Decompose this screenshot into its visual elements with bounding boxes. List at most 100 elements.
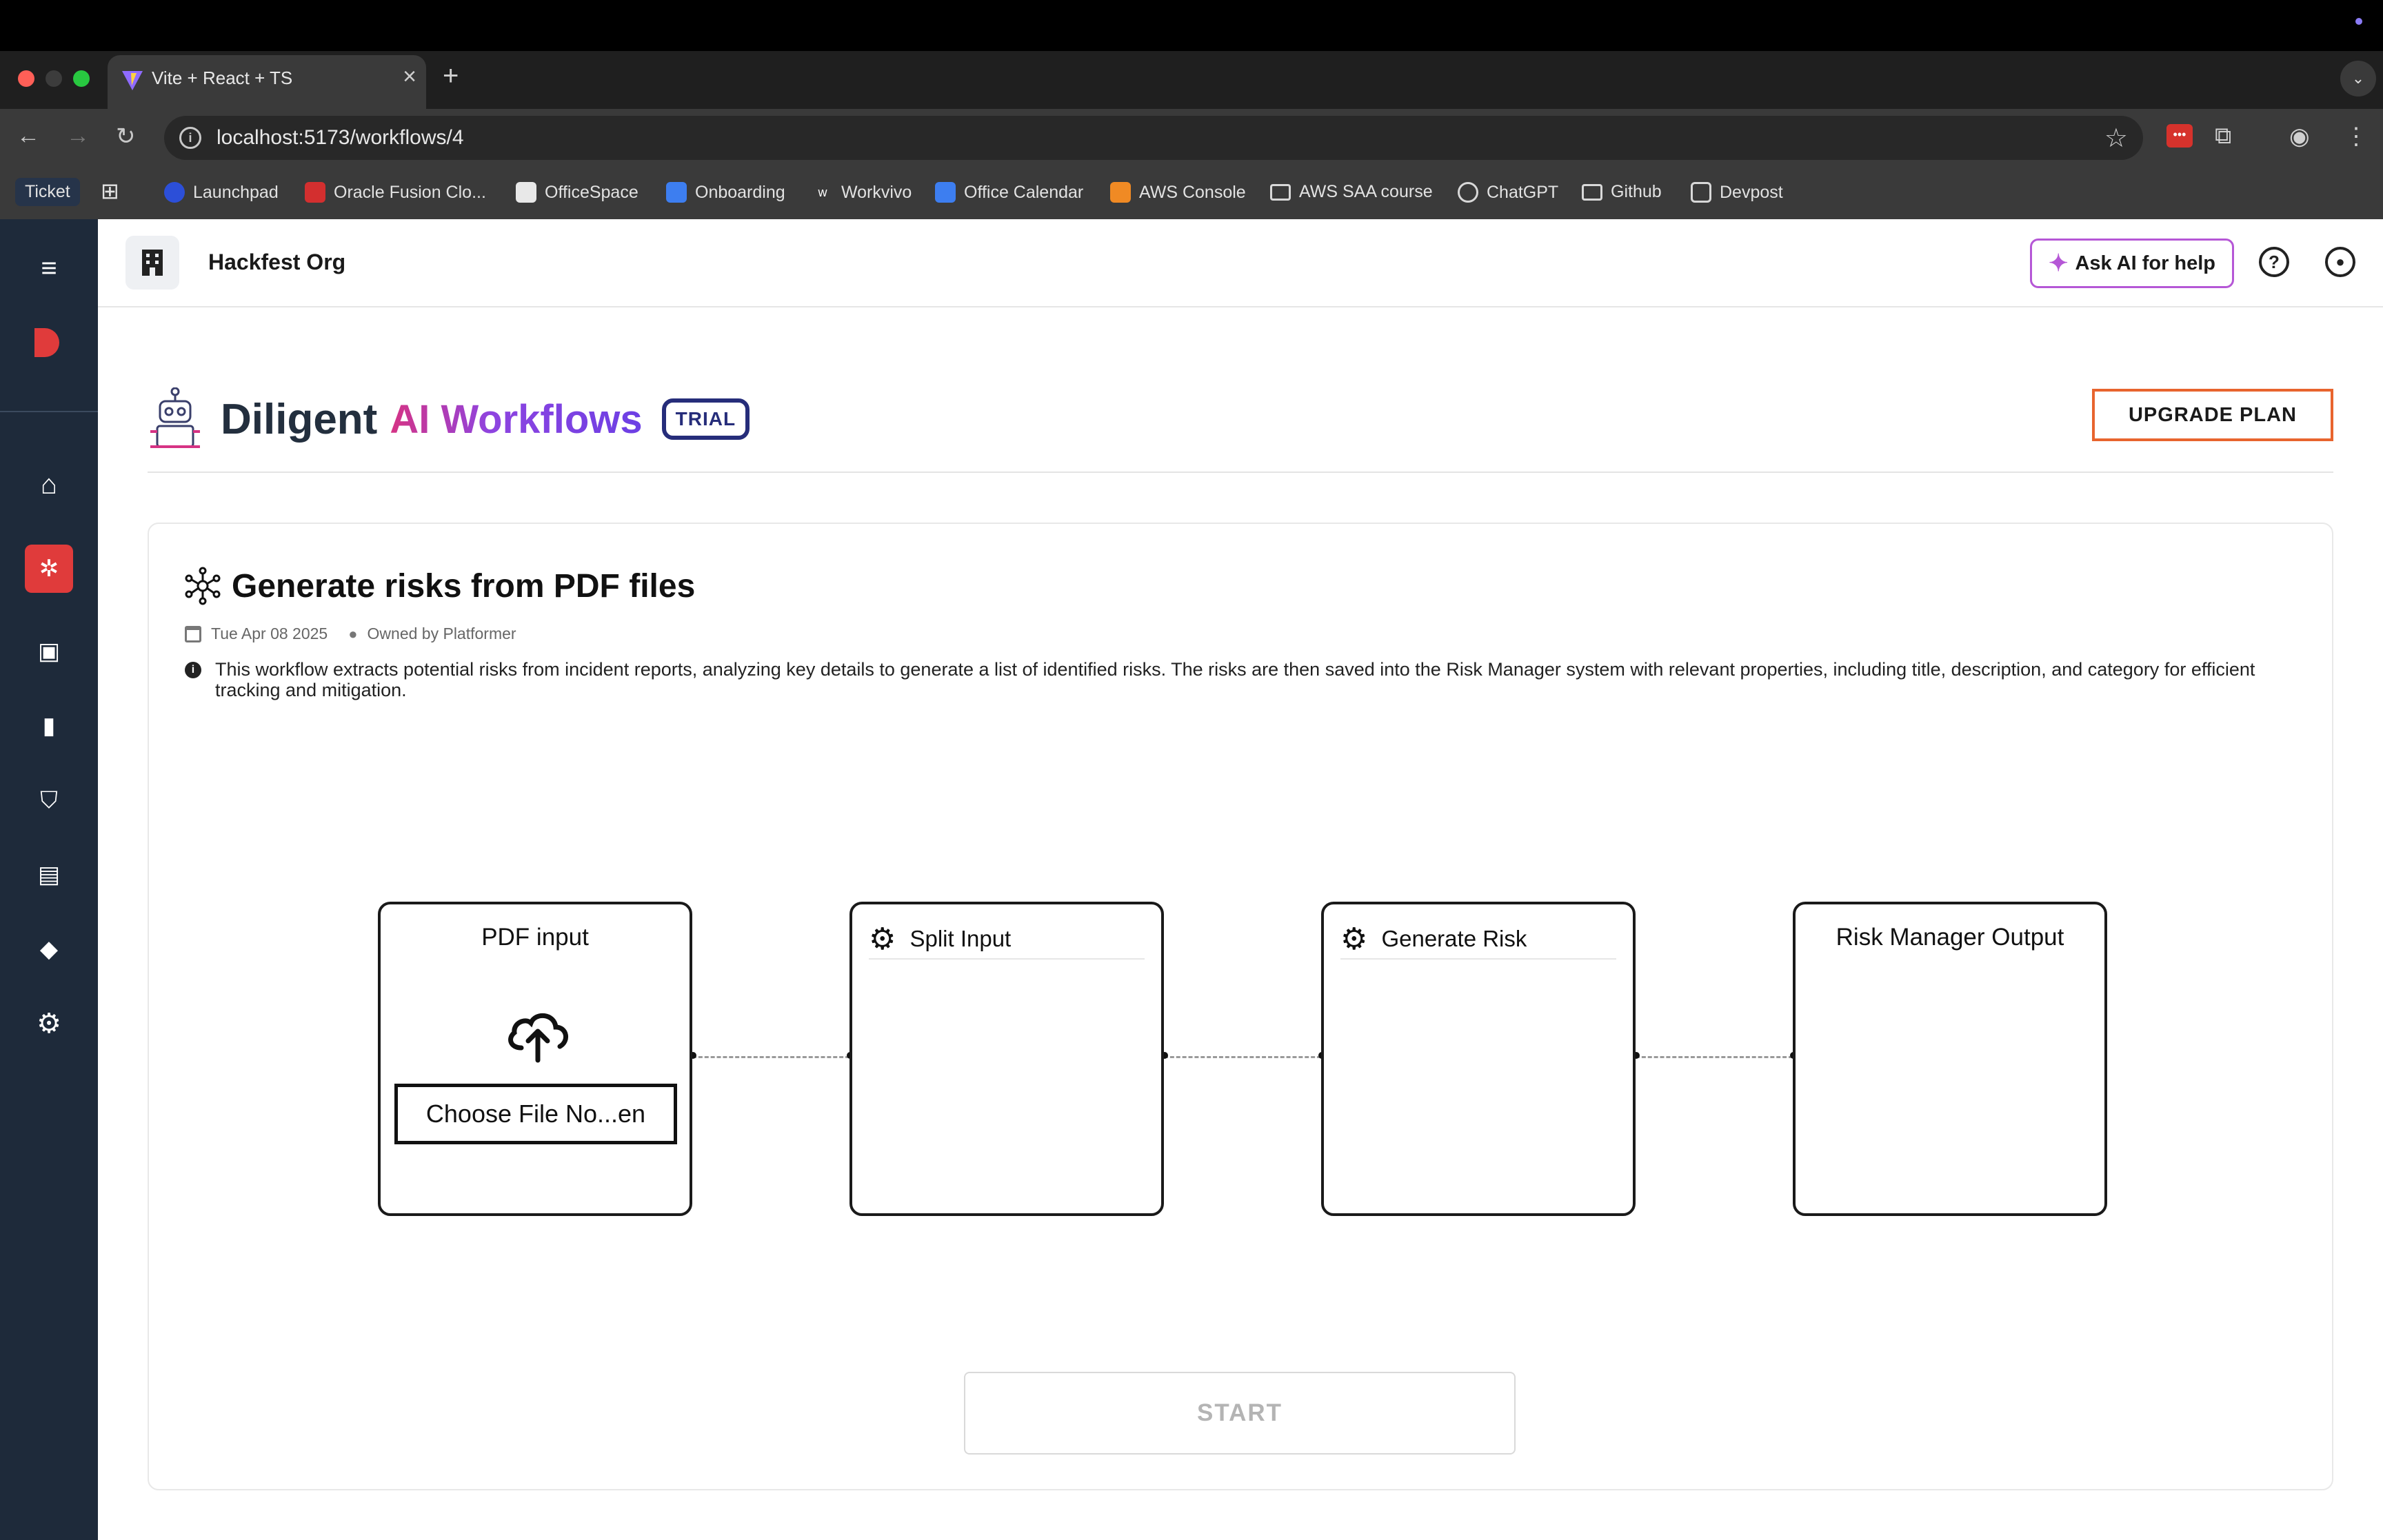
- vite-logo-icon: [122, 71, 143, 90]
- node-risk-manager-output[interactable]: Risk Manager Output: [1793, 902, 2107, 1216]
- tab-search-button[interactable]: ⌄: [2340, 61, 2376, 97]
- connector-2: [1164, 1056, 1321, 1058]
- organization-name[interactable]: Hackfest Org: [208, 250, 345, 275]
- os-menu-bar: [0, 0, 2383, 51]
- extensions-icon[interactable]: ⧉: [2215, 123, 2231, 150]
- bookmark-github[interactable]: Github: [1582, 182, 1662, 202]
- bookmark-label: Office Calendar: [964, 182, 1084, 202]
- maximize-window-button[interactable]: [73, 70, 90, 87]
- bookmark-label: AWS Console: [1139, 182, 1246, 202]
- password-extension-icon[interactable]: •••: [2166, 124, 2193, 148]
- workflow-meta: Tue Apr 08 2025 ● Owned by Platformer: [185, 625, 516, 643]
- bookmark-chatgpt[interactable]: ChatGPT: [1458, 182, 1558, 203]
- reports-icon[interactable]: ▣: [32, 634, 66, 669]
- back-icon[interactable]: ←: [17, 123, 40, 150]
- bookmark-aws-console[interactable]: AWS Console: [1110, 182, 1246, 203]
- workflow-title-row: Generate risks from PDF files: [183, 567, 695, 605]
- node-generate-risk[interactable]: ⚙ Generate Risk: [1321, 902, 1636, 1216]
- browser-tab[interactable]: Vite + React + TS ×: [108, 55, 426, 109]
- building-svg: [142, 250, 163, 276]
- choose-file-button[interactable]: Choose File No...en: [394, 1084, 677, 1144]
- bookmark-onboarding[interactable]: Onboarding: [666, 182, 785, 203]
- node-title: Split Input: [909, 926, 1012, 951]
- help-icon[interactable]: ?: [2259, 247, 2289, 277]
- tab-title: Vite + React + TS: [152, 68, 293, 88]
- workflow-owner: Owned by Platformer: [367, 625, 516, 642]
- ask-ai-button[interactable]: ✦ Ask AI for help: [2030, 239, 2234, 288]
- bookmark-label: Oracle Fusion Clo...: [334, 182, 486, 202]
- bookmark-oracle[interactable]: Oracle Fusion Clo...: [305, 182, 486, 203]
- brand-name: Diligent: [221, 395, 378, 443]
- robot-icon: [150, 387, 200, 448]
- bookmarks-bar: Ticket ⊞ Launchpad Oracle Fusion Clo... …: [0, 167, 2383, 219]
- close-tab-icon[interactable]: ×: [403, 63, 416, 90]
- education-icon[interactable]: ◆: [32, 932, 66, 966]
- launchpad-icon: [164, 182, 185, 203]
- new-tab-button[interactable]: +: [443, 61, 459, 92]
- product-name: AI Workflows: [390, 396, 643, 442]
- start-button[interactable]: START: [964, 1372, 1516, 1455]
- workflow-title: Generate risks from PDF files: [232, 567, 696, 605]
- gear-icon[interactable]: ⚙: [869, 922, 896, 957]
- folder-icon: [1270, 183, 1291, 201]
- info-icon: i: [185, 662, 201, 678]
- apps-grid-icon[interactable]: ⊞: [101, 178, 119, 204]
- upgrade-plan-button[interactable]: UPGRADE PLAN: [2092, 389, 2333, 441]
- sparkle-icon: ✦: [2048, 250, 2069, 276]
- diligent-logo-icon: [34, 328, 59, 357]
- brand-divider: [148, 472, 2333, 473]
- workflow-card: Generate risks from PDF files Tue Apr 08…: [148, 523, 2333, 1490]
- sidebar-divider: [0, 411, 98, 412]
- onboarding-icon: [666, 182, 687, 203]
- aws-icon: [1110, 182, 1131, 203]
- status-dot: [2355, 18, 2362, 25]
- close-window-button[interactable]: [18, 70, 34, 87]
- user-account-icon[interactable]: ●: [2325, 247, 2355, 277]
- security-shield-icon[interactable]: ⛉: [32, 783, 66, 818]
- workflow-date: Tue Apr 08 2025: [211, 625, 328, 642]
- reload-icon[interactable]: ↻: [116, 123, 136, 150]
- connector-1: [692, 1056, 849, 1058]
- bookmark-label: Ticket: [25, 182, 70, 201]
- home-icon[interactable]: ⌂: [32, 467, 66, 502]
- oracle-icon: [305, 182, 325, 203]
- bookmark-label: OfficeSpace: [545, 182, 639, 202]
- bookmark-star-icon[interactable]: ☆: [2104, 123, 2128, 154]
- address-bar[interactable]: i localhost:5173/workflows/4 ☆: [164, 116, 2143, 160]
- cloud-upload-icon[interactable]: [505, 1008, 571, 1063]
- bookmark-officespace[interactable]: OfficeSpace: [516, 182, 639, 203]
- forward-icon[interactable]: →: [66, 123, 90, 150]
- site-info-icon[interactable]: i: [179, 127, 201, 149]
- workflows-icon[interactable]: ✲: [32, 551, 66, 586]
- node-pdf-input[interactable]: PDF input Choose File No...en: [378, 902, 692, 1216]
- bookmark-workvivo[interactable]: w Workvivo: [812, 182, 912, 203]
- bookmark-label: Onboarding: [695, 182, 785, 202]
- node-split-input[interactable]: ⚙ Split Input: [849, 902, 1164, 1216]
- analytics-icon[interactable]: ▮: [32, 709, 66, 743]
- settings-gear-icon[interactable]: ⚙: [32, 1006, 66, 1041]
- workflow-description-text: This workflow extracts potential risks f…: [215, 659, 2255, 700]
- bookmark-office-calendar[interactable]: Office Calendar: [935, 182, 1083, 203]
- hamburger-menu-icon[interactable]: ≡: [32, 251, 66, 285]
- ask-ai-label: Ask AI for help: [2075, 252, 2216, 274]
- url-text[interactable]: localhost:5173/workflows/4: [217, 126, 464, 150]
- bookmark-ticket[interactable]: Ticket: [15, 178, 80, 206]
- gear-icon[interactable]: ⚙: [1340, 922, 1367, 957]
- bookmark-label: Devpost: [1720, 182, 1783, 202]
- screen: Vite + React + TS × + ⌄ ← → ↻ i localhos…: [0, 0, 2383, 1540]
- person-icon: ●: [348, 625, 358, 642]
- browser-menu-icon[interactable]: ⋮: [2344, 123, 2368, 150]
- bookmark-devpost[interactable]: Devpost: [1691, 182, 1783, 203]
- product-branding: Diligent AI Workflows TRIAL: [148, 378, 750, 460]
- minimize-window-button[interactable]: [46, 70, 62, 87]
- node-header: ⚙ Generate Risk: [1340, 920, 1616, 960]
- app-sidebar: ≡ ⌂ ✲ ▣ ▮ ⛉ ▤ ◆ ⚙: [0, 219, 98, 1540]
- bookmark-launchpad[interactable]: Launchpad: [164, 182, 279, 203]
- folder-icon: [1582, 183, 1602, 201]
- profile-icon[interactable]: ◉: [2289, 123, 2310, 150]
- organization-building-icon[interactable]: [125, 236, 179, 290]
- calendar-icon: [185, 625, 201, 642]
- trial-badge: TRIAL: [661, 398, 750, 440]
- bookmark-aws-saa-course[interactable]: AWS SAA course: [1270, 182, 1433, 202]
- document-icon[interactable]: ▤: [32, 858, 66, 892]
